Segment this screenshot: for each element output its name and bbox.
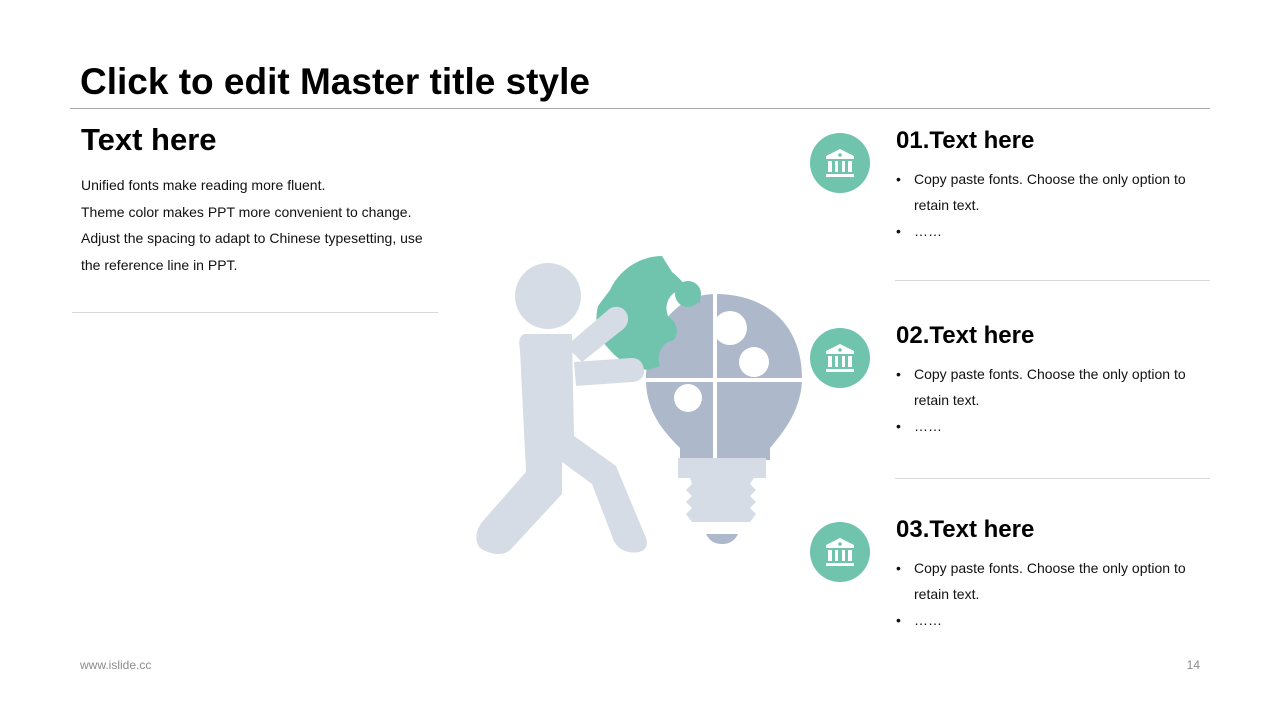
footer-url: www.islide.cc <box>80 658 152 672</box>
body-line: Theme color makes PPT more convenient to… <box>81 203 412 220</box>
item-divider <box>895 280 1210 281</box>
person-pushing-puzzle-bulb-illustration <box>476 256 802 554</box>
bullet-dot: • <box>896 171 901 187</box>
left-heading: Text here <box>81 122 217 157</box>
left-divider <box>72 312 438 313</box>
body-line: Unified fonts make reading more fluent. <box>81 177 326 193</box>
item-title: 01.Text here <box>896 127 1035 154</box>
bullet-dot: • <box>896 366 901 382</box>
bank-icon <box>810 522 870 582</box>
bullet-dot: • <box>896 560 901 576</box>
slide-title: Click to edit Master title style <box>80 61 590 102</box>
bullet-dot: • <box>896 612 901 628</box>
body-line: Adjust the spacing to adapt to Chinese t… <box>81 230 423 246</box>
bullet-dot: • <box>896 223 901 239</box>
bullet-item: • Copy paste fonts. Choose the only optio… <box>896 361 1206 413</box>
item-divider <box>895 478 1210 479</box>
bullet-dot: • <box>896 418 901 434</box>
item-bullets: • Copy paste fonts. Choose the only optio… <box>896 555 1206 633</box>
item-title: 02.Text here <box>896 322 1035 349</box>
item-bullets: • Copy paste fonts. Choose the only optio… <box>896 361 1206 439</box>
item-bullets: • Copy paste fonts. Choose the only optio… <box>896 166 1206 244</box>
bullet-item: •…… <box>896 413 1206 439</box>
item-title: 03.Text here <box>896 516 1035 543</box>
page-number: 14 <box>1186 658 1200 672</box>
title-divider <box>70 108 1210 109</box>
bank-icon <box>810 133 870 193</box>
body-line: the reference line in PPT. <box>81 256 238 273</box>
bank-icon <box>810 328 870 388</box>
left-body-text: Unified fonts make reading more fluent. … <box>81 172 438 278</box>
bullet-item: • Copy paste fonts. Choose the only optio… <box>896 555 1206 607</box>
bullet-item: •…… <box>896 218 1206 244</box>
bullet-item: •…… <box>896 607 1206 633</box>
bullet-item: • Copy paste fonts. Choose the only optio… <box>896 166 1206 218</box>
